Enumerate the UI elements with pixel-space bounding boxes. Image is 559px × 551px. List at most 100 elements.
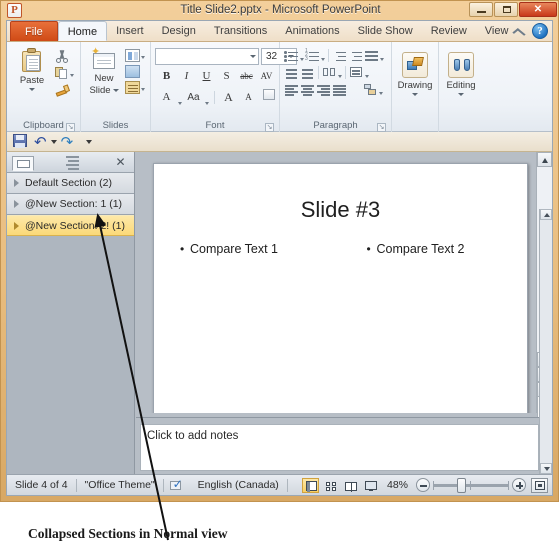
help-icon[interactable]: ? <box>532 23 548 39</box>
strikethrough-button[interactable]: abc <box>238 68 255 85</box>
columns-icon[interactable] <box>322 65 337 80</box>
format-painter-icon[interactable] <box>55 83 71 97</box>
slide-surface[interactable]: Slide #3 • Compare Text 1 • Compare Text… <box>153 163 528 413</box>
decrease-list-level-icon[interactable] <box>284 65 299 80</box>
slide-show-view-button[interactable] <box>362 478 379 493</box>
section-chevron-down-icon[interactable] <box>141 88 145 91</box>
expand-section-icon[interactable] <box>14 221 19 230</box>
restore-button[interactable] <box>494 2 518 17</box>
copy-icon[interactable] <box>55 66 69 80</box>
text-shadow-button[interactable]: S <box>218 68 235 85</box>
editing-chevron-down-icon[interactable] <box>458 93 464 96</box>
tab-home[interactable]: Home <box>57 21 108 41</box>
zoom-level-label[interactable]: 48% <box>382 479 413 491</box>
paragraph-dialog-launcher[interactable]: ↘ <box>377 123 386 132</box>
zoom-in-button[interactable] <box>512 478 526 492</box>
smartart-chevron-down-icon[interactable] <box>379 92 383 95</box>
slides-tab-icon[interactable] <box>12 156 34 171</box>
customize-qat-icon[interactable] <box>86 139 93 144</box>
justify-icon[interactable] <box>332 82 347 97</box>
section-icon[interactable] <box>125 81 140 94</box>
scroll-up-button[interactable] <box>537 152 552 167</box>
columns-chevron-down-icon[interactable] <box>338 75 342 78</box>
change-case-button[interactable]: Aa <box>185 89 202 106</box>
font-dialog-launcher[interactable]: ↘ <box>265 123 274 132</box>
language-indicator[interactable]: English (Canada) <box>190 479 287 491</box>
expand-section-icon[interactable] <box>14 200 19 208</box>
font-color-chevron-down-icon[interactable] <box>178 102 182 105</box>
bold-button[interactable]: B <box>158 68 175 85</box>
reset-icon[interactable] <box>125 65 140 78</box>
minimize-ribbon-icon[interactable] <box>512 24 526 38</box>
expand-section-icon[interactable] <box>14 179 19 187</box>
slide-counter[interactable]: Slide 4 of 4 <box>7 479 76 491</box>
align-text-chevron-down-icon[interactable] <box>365 75 369 78</box>
editing-button[interactable]: Editing <box>443 49 479 105</box>
slide-right-column[interactable]: • Compare Text 2 <box>341 242 528 257</box>
zoom-slider[interactable] <box>416 477 526 493</box>
chevron-down-icon[interactable] <box>29 88 35 91</box>
reading-view-button[interactable] <box>342 478 359 493</box>
increase-indent-icon[interactable] <box>348 48 363 63</box>
convert-to-smartart-icon[interactable] <box>363 82 378 97</box>
outline-tab-icon[interactable] <box>65 156 81 170</box>
drawing-chevron-down-icon[interactable] <box>412 93 418 96</box>
font-color-button[interactable]: A <box>158 89 175 106</box>
zoom-track[interactable] <box>433 477 509 493</box>
change-case-chevron-down-icon[interactable] <box>205 102 209 105</box>
tab-insert[interactable]: Insert <box>107 21 153 41</box>
increase-list-level-icon[interactable] <box>300 65 315 80</box>
notes-scroll-up-button[interactable] <box>540 209 552 220</box>
section-row-default[interactable]: Default Section (2) <box>7 173 134 194</box>
tab-animations[interactable]: Animations <box>276 21 348 41</box>
section-row-new-1[interactable]: @New Section: 1 (1) <box>7 194 134 215</box>
text-direction-icon[interactable] <box>364 48 379 63</box>
section-row-new-2[interactable]: @New Section: 2! (1) <box>7 215 134 236</box>
notes-scroll-down-button[interactable] <box>540 463 552 474</box>
align-center-icon[interactable] <box>300 82 315 97</box>
drawing-button[interactable]: Drawing <box>396 49 434 105</box>
align-left-icon[interactable] <box>284 82 299 97</box>
save-icon[interactable] <box>13 133 30 150</box>
new-slide-chevron-down-icon[interactable] <box>112 89 119 92</box>
close-button[interactable]: ✕ <box>519 2 557 17</box>
clear-formatting-icon[interactable] <box>260 89 277 106</box>
bullets-icon[interactable] <box>284 48 299 63</box>
tab-design[interactable]: Design <box>153 21 205 41</box>
undo-chevron-down-icon[interactable] <box>50 139 57 144</box>
clipboard-dialog-launcher[interactable]: ↘ <box>66 123 75 132</box>
spellcheck-icon[interactable]: ✓ <box>169 478 184 492</box>
normal-view-button[interactable] <box>301 477 319 493</box>
copy-chevron-down-icon[interactable] <box>70 74 74 77</box>
align-right-icon[interactable] <box>316 82 331 97</box>
italic-button[interactable]: I <box>178 68 195 85</box>
grow-font-button[interactable]: A <box>220 89 237 106</box>
notes-placeholder[interactable]: Click to add notes <box>140 424 539 471</box>
minimize-button[interactable] <box>469 2 493 17</box>
zoom-thumb[interactable] <box>457 477 466 493</box>
character-spacing-button[interactable]: AV <box>258 68 275 85</box>
slide-sorter-view-button[interactable] <box>322 478 339 493</box>
notes-scrollbar[interactable] <box>539 209 552 474</box>
text-direction-chevron-down-icon[interactable] <box>380 58 384 61</box>
tab-transitions[interactable]: Transitions <box>205 21 276 41</box>
redo-icon[interactable]: ↷ <box>61 134 74 149</box>
tab-file[interactable]: File <box>10 21 58 41</box>
layout-chevron-down-icon[interactable] <box>141 56 145 59</box>
font-name-combo[interactable] <box>155 47 259 65</box>
slide-left-column[interactable]: • Compare Text 1 <box>154 242 341 257</box>
numbering-icon[interactable]: 1 2 3 <box>305 48 320 63</box>
numbering-chevron-down-icon[interactable] <box>321 58 325 61</box>
slide-title-placeholder[interactable]: Slide #3 <box>154 197 527 223</box>
shrink-font-button[interactable]: A <box>240 89 257 106</box>
layout-icon[interactable] <box>125 49 140 62</box>
theme-name[interactable]: "Office Theme" <box>77 479 163 491</box>
font-name-chevron-down-icon[interactable] <box>250 54 256 58</box>
undo-icon[interactable]: ↶ <box>34 134 47 149</box>
tab-review[interactable]: Review <box>422 21 476 41</box>
fit-slide-to-window-button[interactable] <box>531 477 548 493</box>
bullets-chevron-down-icon[interactable] <box>300 58 304 61</box>
close-panel-button[interactable]: ✕ <box>114 156 127 169</box>
zoom-out-button[interactable] <box>416 478 430 492</box>
tab-slide-show[interactable]: Slide Show <box>349 21 422 41</box>
